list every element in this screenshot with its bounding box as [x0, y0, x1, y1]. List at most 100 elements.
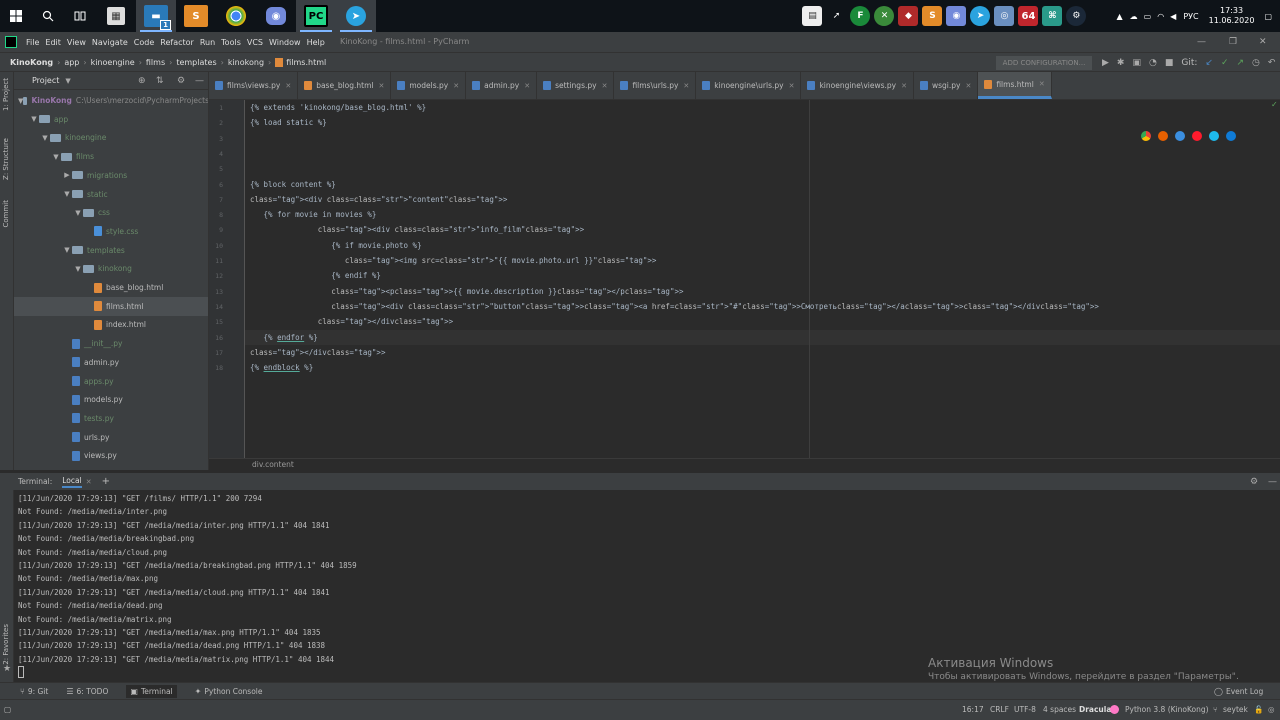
editor-tab[interactable]: films\views.py ✕ [209, 72, 299, 99]
discord-app-icon[interactable]: ◉ [256, 0, 296, 32]
crumb-project[interactable]: KinoKong [10, 58, 53, 67]
toolwindow-terminal[interactable]: ▣ Terminal [126, 684, 177, 698]
git-push-icon[interactable]: ↗ [1237, 58, 1245, 68]
close-tab-icon[interactable]: ✕ [901, 82, 907, 90]
crumb-films[interactable]: films [146, 58, 165, 67]
tree-item[interactable]: admin.py [14, 353, 208, 372]
crumb-kinoengine[interactable]: kinoengine [91, 58, 135, 67]
chevron-down-icon[interactable]: ▼ [73, 265, 83, 273]
close-tab-icon[interactable]: ✕ [965, 82, 971, 90]
tree-item[interactable]: ▼ KinoKong C:\Users\merzocid\PycharmProjec… [14, 91, 208, 110]
tree-item[interactable]: ▼ static [14, 185, 208, 204]
menu-tools[interactable]: Tools [218, 38, 244, 47]
chevron-right-icon[interactable]: ▶ [62, 171, 72, 179]
indent-setting[interactable]: 4 spaces [1043, 705, 1076, 714]
sidebar-tab-commit[interactable]: Commit [2, 200, 10, 228]
chevron-down-icon[interactable]: ▼ [65, 77, 70, 85]
crumb-templates[interactable]: templates [176, 58, 216, 67]
clock[interactable]: 17:33 11.06.2020 [1209, 6, 1255, 26]
discord-tray-icon[interactable]: ◉ [946, 6, 967, 26]
volume-icon[interactable]: ◀ [1170, 12, 1176, 21]
chevron-down-icon[interactable]: ▼ [62, 246, 72, 254]
menu-edit[interactable]: Edit [42, 38, 64, 47]
tree-item[interactable]: ▼ kinoengine [14, 128, 208, 147]
tree-item[interactable]: urls.py [14, 428, 208, 447]
chevron-down-icon[interactable]: ▼ [73, 209, 83, 217]
lock-icon[interactable]: 🔓 [1254, 705, 1263, 714]
new-tab-icon[interactable]: + [102, 476, 110, 487]
menu-run[interactable]: Run [197, 38, 218, 47]
tree-item[interactable]: tests.py [14, 409, 208, 428]
close-tab-icon[interactable]: ✕ [453, 82, 459, 90]
tree-item[interactable]: ▼ kinokong [14, 259, 208, 278]
stop-icon[interactable]: ■ [1165, 58, 1174, 68]
tree-item[interactable]: models.py [14, 390, 208, 409]
menu-help[interactable]: Help [304, 38, 328, 47]
editor-tab[interactable]: models.py ✕ [391, 72, 467, 99]
chrome-app-icon[interactable] [216, 0, 256, 32]
chevron-down-icon[interactable]: ▼ [62, 190, 72, 198]
code-editor[interactable]: 1 2 3 4 5 6 7 8 9 10 11 12 13 14 15 16 17 18 {% extends '… [209, 100, 1280, 458]
xbox-tray-icon[interactable]: ✕ [874, 6, 895, 26]
terminal-output[interactable]: [11/Jun/2020 17:29:13] "GET /films/ HTTP… [14, 490, 1280, 680]
crumb-file[interactable]: films.html [286, 58, 326, 67]
menu-code[interactable]: Code [131, 38, 157, 47]
project-panel-title[interactable]: Project [32, 76, 59, 85]
close-tab-icon[interactable]: ✕ [683, 82, 689, 90]
gear-icon[interactable]: ⚙ [177, 76, 185, 86]
close-tab-icon[interactable]: ✕ [524, 82, 530, 90]
menu-view[interactable]: View [64, 38, 89, 47]
sidebar-tab-favorites[interactable]: 2: Favorites [2, 624, 10, 665]
steam-tray-icon[interactable]: ⚙ [1066, 6, 1087, 26]
close-tab-icon[interactable]: ✕ [378, 82, 384, 90]
notepad-tray-icon[interactable]: ▤ [802, 6, 823, 26]
collapse-all-icon[interactable]: ⇅ [156, 76, 164, 86]
show-hidden-icons-icon[interactable]: ▲ [1116, 12, 1122, 21]
editor-breadcrumb[interactable]: div.content [252, 460, 294, 469]
close-icon[interactable]: ✕ [1259, 32, 1267, 52]
close-tab-icon[interactable]: ✕ [1039, 80, 1045, 88]
coverage-icon[interactable]: ▣ [1132, 58, 1141, 68]
run-icon[interactable]: ▶ [1102, 58, 1109, 68]
toolwindow-event-log[interactable]: ◯ Event Log [1214, 687, 1263, 696]
crumb-kinokong[interactable]: kinokong [228, 58, 264, 67]
editor-tab[interactable]: base_blog.html ✕ [298, 72, 392, 99]
tree-item[interactable]: style.css [14, 222, 208, 241]
tree-item[interactable]: ▼ css [14, 203, 208, 222]
locate-icon[interactable]: ⊕ [138, 76, 146, 86]
hide-icon[interactable]: — [195, 76, 204, 86]
network-tray-icon[interactable]: ◎ [994, 6, 1015, 26]
tree-item[interactable]: ▶ migrations [14, 166, 208, 185]
aida64-tray-icon[interactable]: 64 [1018, 6, 1039, 26]
tree-item[interactable]: ▼ app [14, 110, 208, 129]
editor-tab[interactable]: admin.py ✕ [466, 72, 538, 99]
menu-file[interactable]: File [23, 38, 42, 47]
windows-start-icon[interactable] [0, 0, 32, 32]
terminal-settings-icon[interactable]: ⚙ [1250, 477, 1258, 487]
chevron-down-icon[interactable]: ▼ [29, 115, 39, 123]
crumb-app[interactable]: app [64, 58, 79, 67]
star-icon[interactable]: ★ [3, 664, 11, 674]
edge-icon[interactable] [1226, 131, 1236, 141]
editor-tab[interactable]: settings.py ✕ [537, 72, 615, 99]
opera-icon[interactable] [1192, 131, 1202, 141]
theme-name[interactable]: Dracula [1079, 705, 1111, 714]
close-tab-icon[interactable]: ✕ [285, 82, 291, 90]
tree-item[interactable]: views.py [14, 446, 208, 465]
task-view-icon[interactable] [64, 0, 96, 32]
tree-item[interactable]: films.html [14, 296, 208, 316]
tree-item[interactable]: apps.py [14, 372, 208, 391]
editor-tab[interactable]: kinoengine\urls.py ✕ [696, 72, 802, 99]
dota-tray-icon[interactable]: ◆ [898, 6, 919, 26]
python-interpreter[interactable]: Python 3.8 (KinoKong) [1125, 705, 1209, 714]
menu-vcs[interactable]: VCS [244, 38, 266, 47]
profile-icon[interactable]: ◔ [1149, 58, 1157, 68]
gamepad-tray-icon[interactable]: ⌘ [1042, 6, 1063, 26]
close-tab-icon[interactable]: ✕ [789, 82, 795, 90]
safari-icon[interactable] [1175, 131, 1185, 141]
close-tab-icon[interactable]: ✕ [602, 82, 608, 90]
add-configuration-button[interactable]: ADD CONFIGURATION... [996, 56, 1092, 70]
terminal-hide-icon[interactable]: — [1268, 477, 1277, 487]
file-encoding[interactable]: UTF-8 [1014, 705, 1036, 714]
search-icon[interactable] [32, 0, 64, 32]
